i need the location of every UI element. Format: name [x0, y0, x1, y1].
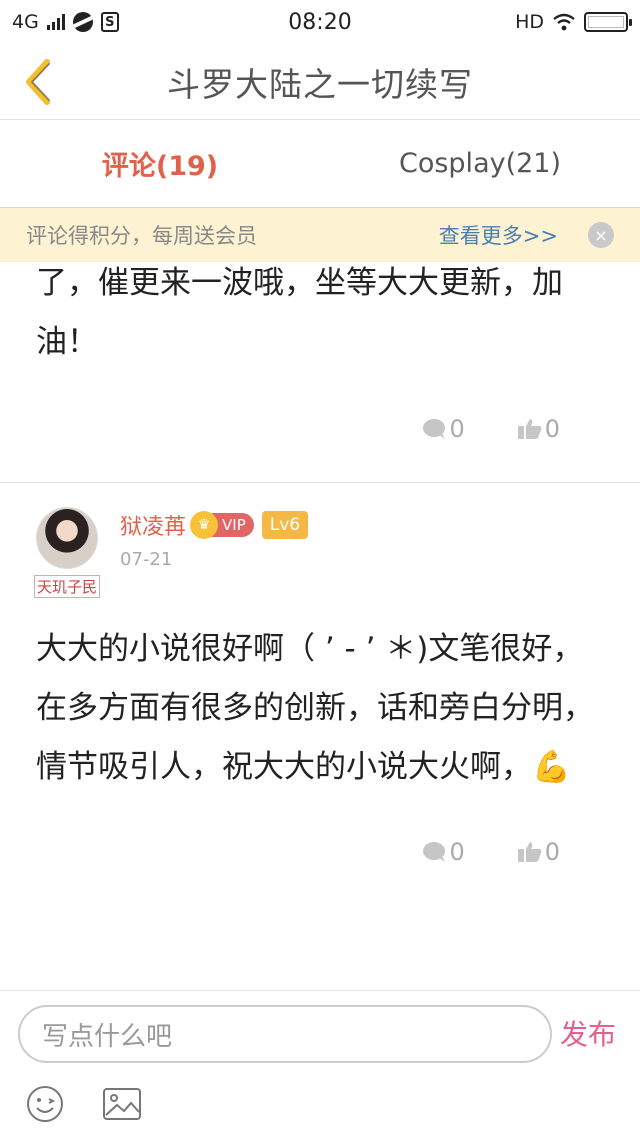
status-bar: 4G S 08:20 HD	[0, 0, 640, 44]
hd-indicator: HD	[515, 11, 544, 33]
battery-icon	[584, 12, 632, 32]
comment-text: 大大的小说很好啊（ ’ - ’ ＊)文笔很好，在多方面有很多的创新，话和旁白分明…	[36, 631, 594, 785]
like-button[interactable]: 0	[517, 837, 560, 867]
status-left: 4G S	[12, 11, 119, 33]
signal-icon	[46, 14, 65, 30]
comment-actions: 0 0	[0, 837, 640, 867]
comment-composer: 写点什么吧 发布	[0, 990, 640, 1138]
image-icon[interactable]	[102, 1085, 142, 1123]
comment-item: 了，催更来一波哦，坐等大大更新，加油！ 0 0	[0, 262, 640, 444]
username[interactable]: 狱凌苒	[120, 509, 186, 541]
s-app-icon: S	[100, 12, 119, 32]
reply-count: 0	[449, 415, 465, 443]
close-icon[interactable]: ×	[588, 222, 614, 248]
page-title: 斗罗大陆之一切续写	[167, 64, 473, 104]
tab-bar: 评论(19) Cosplay(21)	[0, 120, 640, 208]
crown-icon: ♛	[190, 511, 219, 539]
avatar[interactable]	[36, 507, 98, 569]
like-button[interactable]: 0	[517, 414, 560, 444]
comment-feed[interactable]: 了，催更来一波哦，坐等大大更新，加油！ 0 0 天玑子民 狱凌苒 ♛ VIP L…	[0, 262, 640, 990]
level-badge: Lv6	[261, 511, 309, 539]
name-line: 狱凌苒 ♛ VIP Lv6	[120, 509, 309, 541]
comment-item: 天玑子民 狱凌苒 ♛ VIP Lv6 07-21 大大的小说很好啊（ ’ - ’…	[0, 483, 640, 867]
notice-text: 评论得积分，每周送会员	[26, 224, 257, 248]
comment-date: 07-21	[120, 549, 173, 570]
back-button[interactable]	[10, 54, 66, 110]
reply-button[interactable]: 0	[421, 414, 465, 444]
comment-author-row: 天玑子民 狱凌苒 ♛ VIP Lv6 07-21	[0, 483, 640, 598]
comment-text: 了，催更来一波哦，坐等大大更新，加油！	[36, 265, 563, 360]
reply-count: 0	[449, 838, 465, 866]
comment-input[interactable]: 写点什么吧	[18, 1005, 552, 1063]
app-header: 斗罗大陆之一切续写	[0, 44, 640, 120]
thumbs-up-icon	[517, 419, 542, 439]
user-tag: 天玑子民	[33, 575, 100, 598]
comment-bubble-icon	[423, 419, 446, 439]
notice-banner: 评论得积分，每周送会员 查看更多>> ×	[0, 208, 640, 262]
chevron-left-icon	[26, 59, 50, 105]
tab-cosplay[interactable]: Cosplay(21)	[320, 120, 640, 207]
vip-badge: ♛ VIP	[190, 511, 254, 539]
comment-actions: 0 0	[0, 414, 640, 444]
network-type: 4G	[12, 11, 39, 33]
like-count: 0	[544, 838, 560, 866]
avatar-block: 天玑子民	[32, 507, 102, 598]
send-button[interactable]: 发布	[560, 1013, 616, 1053]
notice-more-link[interactable]: 查看更多>>	[439, 220, 558, 250]
like-count: 0	[544, 415, 560, 443]
emoji-icon[interactable]	[26, 1085, 64, 1123]
tab-comments[interactable]: 评论(19)	[0, 120, 320, 207]
comment-bubble-icon	[423, 842, 446, 862]
user-info: 狱凌苒 ♛ VIP Lv6 07-21	[120, 507, 309, 598]
reply-button[interactable]: 0	[421, 837, 465, 867]
status-right: HD	[515, 11, 632, 33]
thumbs-up-icon	[517, 842, 542, 862]
vip-label: VIP	[222, 516, 246, 534]
wifi-icon	[553, 13, 575, 31]
app-notification-icon	[72, 12, 93, 32]
